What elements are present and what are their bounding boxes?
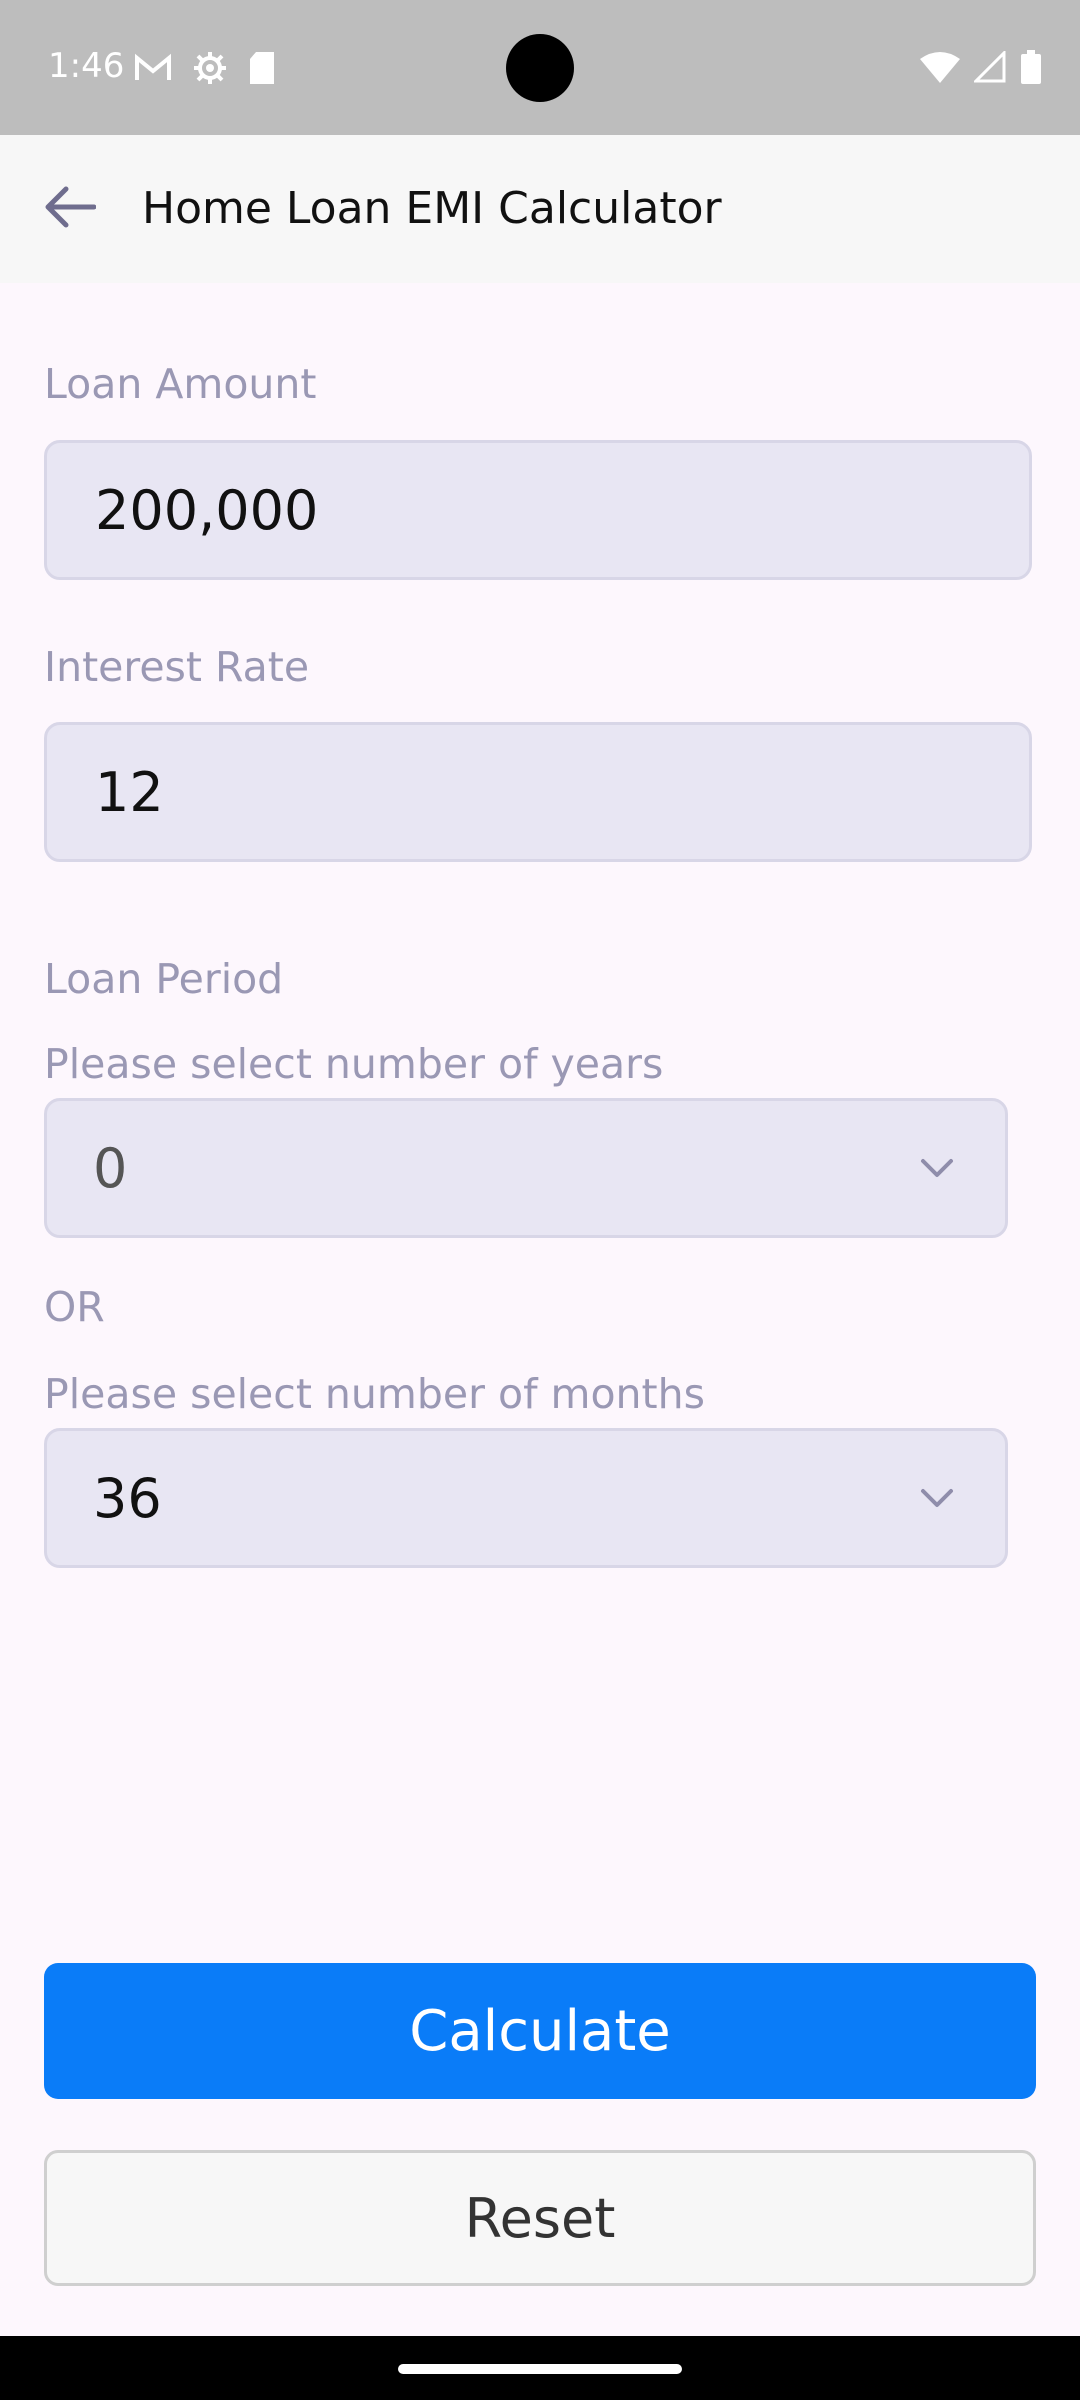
months-label: Please select number of months <box>44 1370 705 1418</box>
navigation-bar <box>0 2336 1080 2400</box>
status-icons-left <box>134 50 276 90</box>
status-bar: 1:46 <box>0 0 1080 135</box>
years-dropdown[interactable]: 0 <box>44 1098 1008 1238</box>
loan-period-label: Loan Period <box>44 955 284 1003</box>
months-dropdown[interactable]: 36 <box>44 1428 1008 1568</box>
settings-icon <box>192 50 228 90</box>
chevron-down-icon <box>919 1150 955 1186</box>
chevron-down-icon <box>919 1480 955 1516</box>
loan-amount-input[interactable] <box>93 477 1029 543</box>
or-label: OR <box>44 1283 105 1331</box>
years-selected-value: 0 <box>93 1136 128 1200</box>
app-bar: Home Loan EMI Calculator <box>0 135 1080 283</box>
signal-icon <box>972 49 1006 87</box>
camera-cutout <box>506 34 574 102</box>
status-icons-right <box>920 49 1042 88</box>
loan-amount-field[interactable] <box>44 440 1032 580</box>
gmail-icon <box>134 53 172 87</box>
sd-card-icon <box>248 51 276 89</box>
months-selected-value: 36 <box>93 1466 162 1530</box>
interest-rate-field[interactable] <box>44 722 1032 862</box>
loan-amount-label: Loan Amount <box>44 360 317 408</box>
interest-rate-input[interactable] <box>93 759 1029 825</box>
page-title: Home Loan EMI Calculator <box>142 183 722 234</box>
calculate-button[interactable]: Calculate <box>44 1963 1036 2099</box>
reset-button[interactable]: Reset <box>44 2150 1036 2286</box>
status-time: 1:46 <box>48 46 125 86</box>
battery-icon <box>1020 50 1042 88</box>
home-handle[interactable] <box>398 2364 682 2374</box>
wifi-icon <box>920 51 960 87</box>
years-label: Please select number of years <box>44 1040 664 1088</box>
interest-rate-label: Interest Rate <box>44 643 310 691</box>
back-button[interactable] <box>40 179 100 239</box>
arrow-back-icon <box>44 185 97 233</box>
